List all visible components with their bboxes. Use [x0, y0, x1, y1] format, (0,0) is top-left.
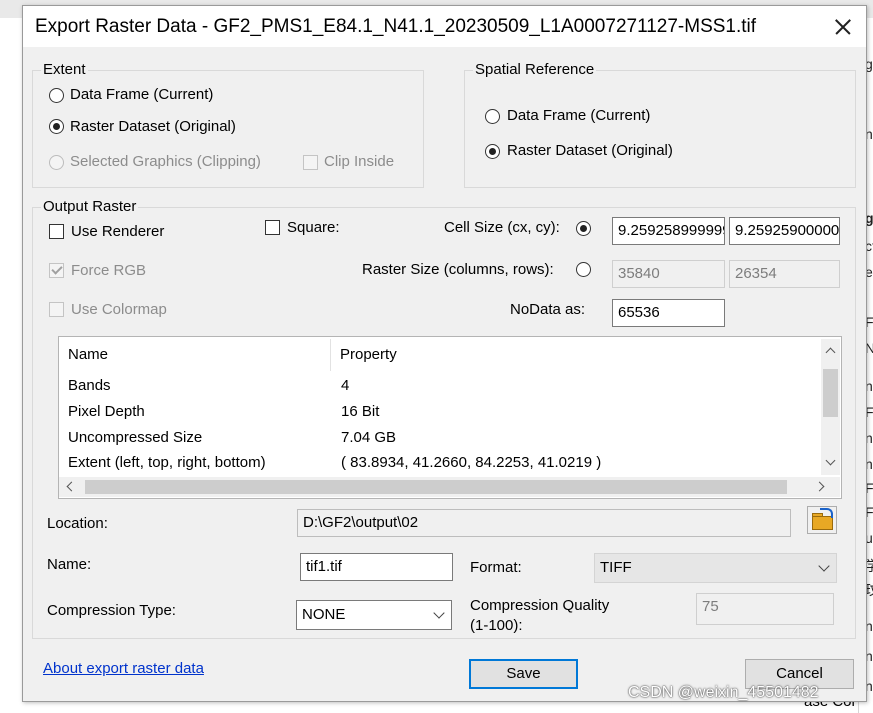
spatial-ref-raster-dataset-label: Raster Dataset (Original): [507, 142, 673, 159]
spatial-ref-data-frame-label: Data Frame (Current): [507, 107, 651, 124]
cell-size-cy-input[interactable]: 9.259259000000: [729, 217, 840, 245]
raster-rows-input[interactable]: 26354: [729, 260, 840, 288]
column-header-property[interactable]: Property: [340, 346, 397, 363]
extent-raster-dataset-radio[interactable]: [49, 119, 64, 134]
raster-columns-input[interactable]: 35840: [612, 260, 725, 288]
format-label: Format:: [470, 559, 522, 576]
extent-data-frame-label: Data Frame (Current): [70, 86, 214, 103]
column-header-name[interactable]: Name: [68, 346, 108, 363]
chevron-down-icon: [433, 607, 445, 619]
browse-location-button[interactable]: [807, 506, 837, 534]
spatial-reference-group: [464, 70, 856, 188]
export-raster-dialog: Export Raster Data - GF2_PMS1_E84.1_N41.…: [22, 5, 867, 702]
scroll-up-icon[interactable]: [825, 347, 836, 358]
force-rgb-checkbox[interactable]: [49, 263, 64, 278]
spatial-ref-raster-dataset-radio[interactable]: [485, 144, 500, 159]
property-row-name[interactable]: Uncompressed Size: [68, 429, 202, 446]
force-rgb-label: Force RGB: [71, 262, 147, 279]
compression-type-selected: NONE: [302, 606, 346, 623]
cell-size-cx-input[interactable]: 9.259258999999: [612, 217, 725, 245]
horizontal-scroll-thumb[interactable]: [85, 480, 787, 494]
raster-size-radio[interactable]: [576, 262, 591, 277]
property-row-value[interactable]: 7.04 GB: [341, 429, 396, 446]
format-selected: TIFF: [600, 559, 632, 576]
property-row-name[interactable]: Extent (left, top, right, bottom): [68, 454, 266, 471]
extent-selected-graphics-label: Selected Graphics (Clipping): [70, 153, 261, 170]
scroll-down-icon[interactable]: [825, 455, 836, 466]
square-label: Square:: [287, 219, 340, 236]
save-button[interactable]: Save: [469, 659, 578, 689]
extent-data-frame-radio[interactable]: [49, 88, 64, 103]
clip-inside-label: Clip Inside: [324, 153, 395, 170]
extent-legend: Extent: [41, 61, 88, 78]
name-label: Name:: [47, 556, 92, 573]
clip-inside-checkbox[interactable]: [303, 155, 318, 170]
title-bar: Export Raster Data - GF2_PMS1_E84.1_N41.…: [23, 6, 866, 47]
scroll-left-icon[interactable]: [66, 481, 77, 492]
square-checkbox[interactable]: [265, 220, 280, 235]
use-renderer-label: Use Renderer: [71, 223, 165, 240]
cell-size-radio[interactable]: [576, 221, 591, 236]
cell-size-label: Cell Size (cx, cy):: [444, 219, 560, 236]
compression-quality-input[interactable]: 75: [696, 593, 834, 625]
compression-type-label: Compression Type:: [47, 602, 176, 619]
chevron-down-icon: [818, 560, 830, 572]
spatial-ref-data-frame-radio[interactable]: [485, 109, 500, 124]
column-divider[interactable]: [330, 339, 331, 371]
extent-selected-graphics-radio[interactable]: [49, 155, 64, 170]
location-label: Location:: [47, 515, 108, 532]
vertical-scroll-thumb[interactable]: [823, 369, 838, 417]
property-row-value[interactable]: 16 Bit: [341, 403, 379, 420]
location-input[interactable]: D:\GF2\output\02: [297, 509, 791, 537]
close-button[interactable]: [819, 6, 866, 47]
compression-quality-label: Compression Quality: [470, 597, 610, 614]
property-row-name[interactable]: Bands: [68, 377, 111, 394]
use-colormap-label: Use Colormap: [71, 301, 167, 318]
raster-properties-list[interactable]: Name Property Bands 4 Pixel Depth 16 Bit…: [58, 336, 842, 499]
property-row-name[interactable]: Pixel Depth: [68, 403, 145, 420]
use-renderer-checkbox[interactable]: [49, 224, 64, 239]
csdn-watermark: CSDN @weixin_45501482: [628, 684, 819, 701]
compression-type-dropdown[interactable]: NONE: [296, 600, 452, 630]
scroll-right-icon[interactable]: [814, 481, 825, 492]
extent-raster-dataset-label: Raster Dataset (Original): [70, 118, 236, 135]
nodata-input[interactable]: 65536: [612, 299, 725, 327]
nodata-label: NoData as:: [510, 301, 586, 318]
raster-size-label: Raster Size (columns, rows):: [362, 261, 554, 278]
vertical-scrollbar[interactable]: [821, 339, 840, 475]
horizontal-scrollbar[interactable]: [59, 477, 840, 497]
compression-quality-range-label: (1-100):: [470, 617, 523, 634]
dialog-title: Export Raster Data - GF2_PMS1_E84.1_N41.…: [35, 16, 757, 37]
property-row-value[interactable]: ( 83.8934, 41.2660, 84.2253, 41.0219 ): [341, 454, 601, 471]
spatial-reference-legend: Spatial Reference: [473, 61, 597, 78]
property-row-value[interactable]: 4: [341, 377, 349, 394]
about-export-raster-link[interactable]: About export raster data: [43, 660, 204, 677]
output-raster-legend: Output Raster: [41, 198, 139, 215]
format-dropdown[interactable]: TIFF: [594, 553, 837, 583]
name-input[interactable]: tif1.tif: [300, 553, 453, 581]
use-colormap-checkbox[interactable]: [49, 302, 64, 317]
